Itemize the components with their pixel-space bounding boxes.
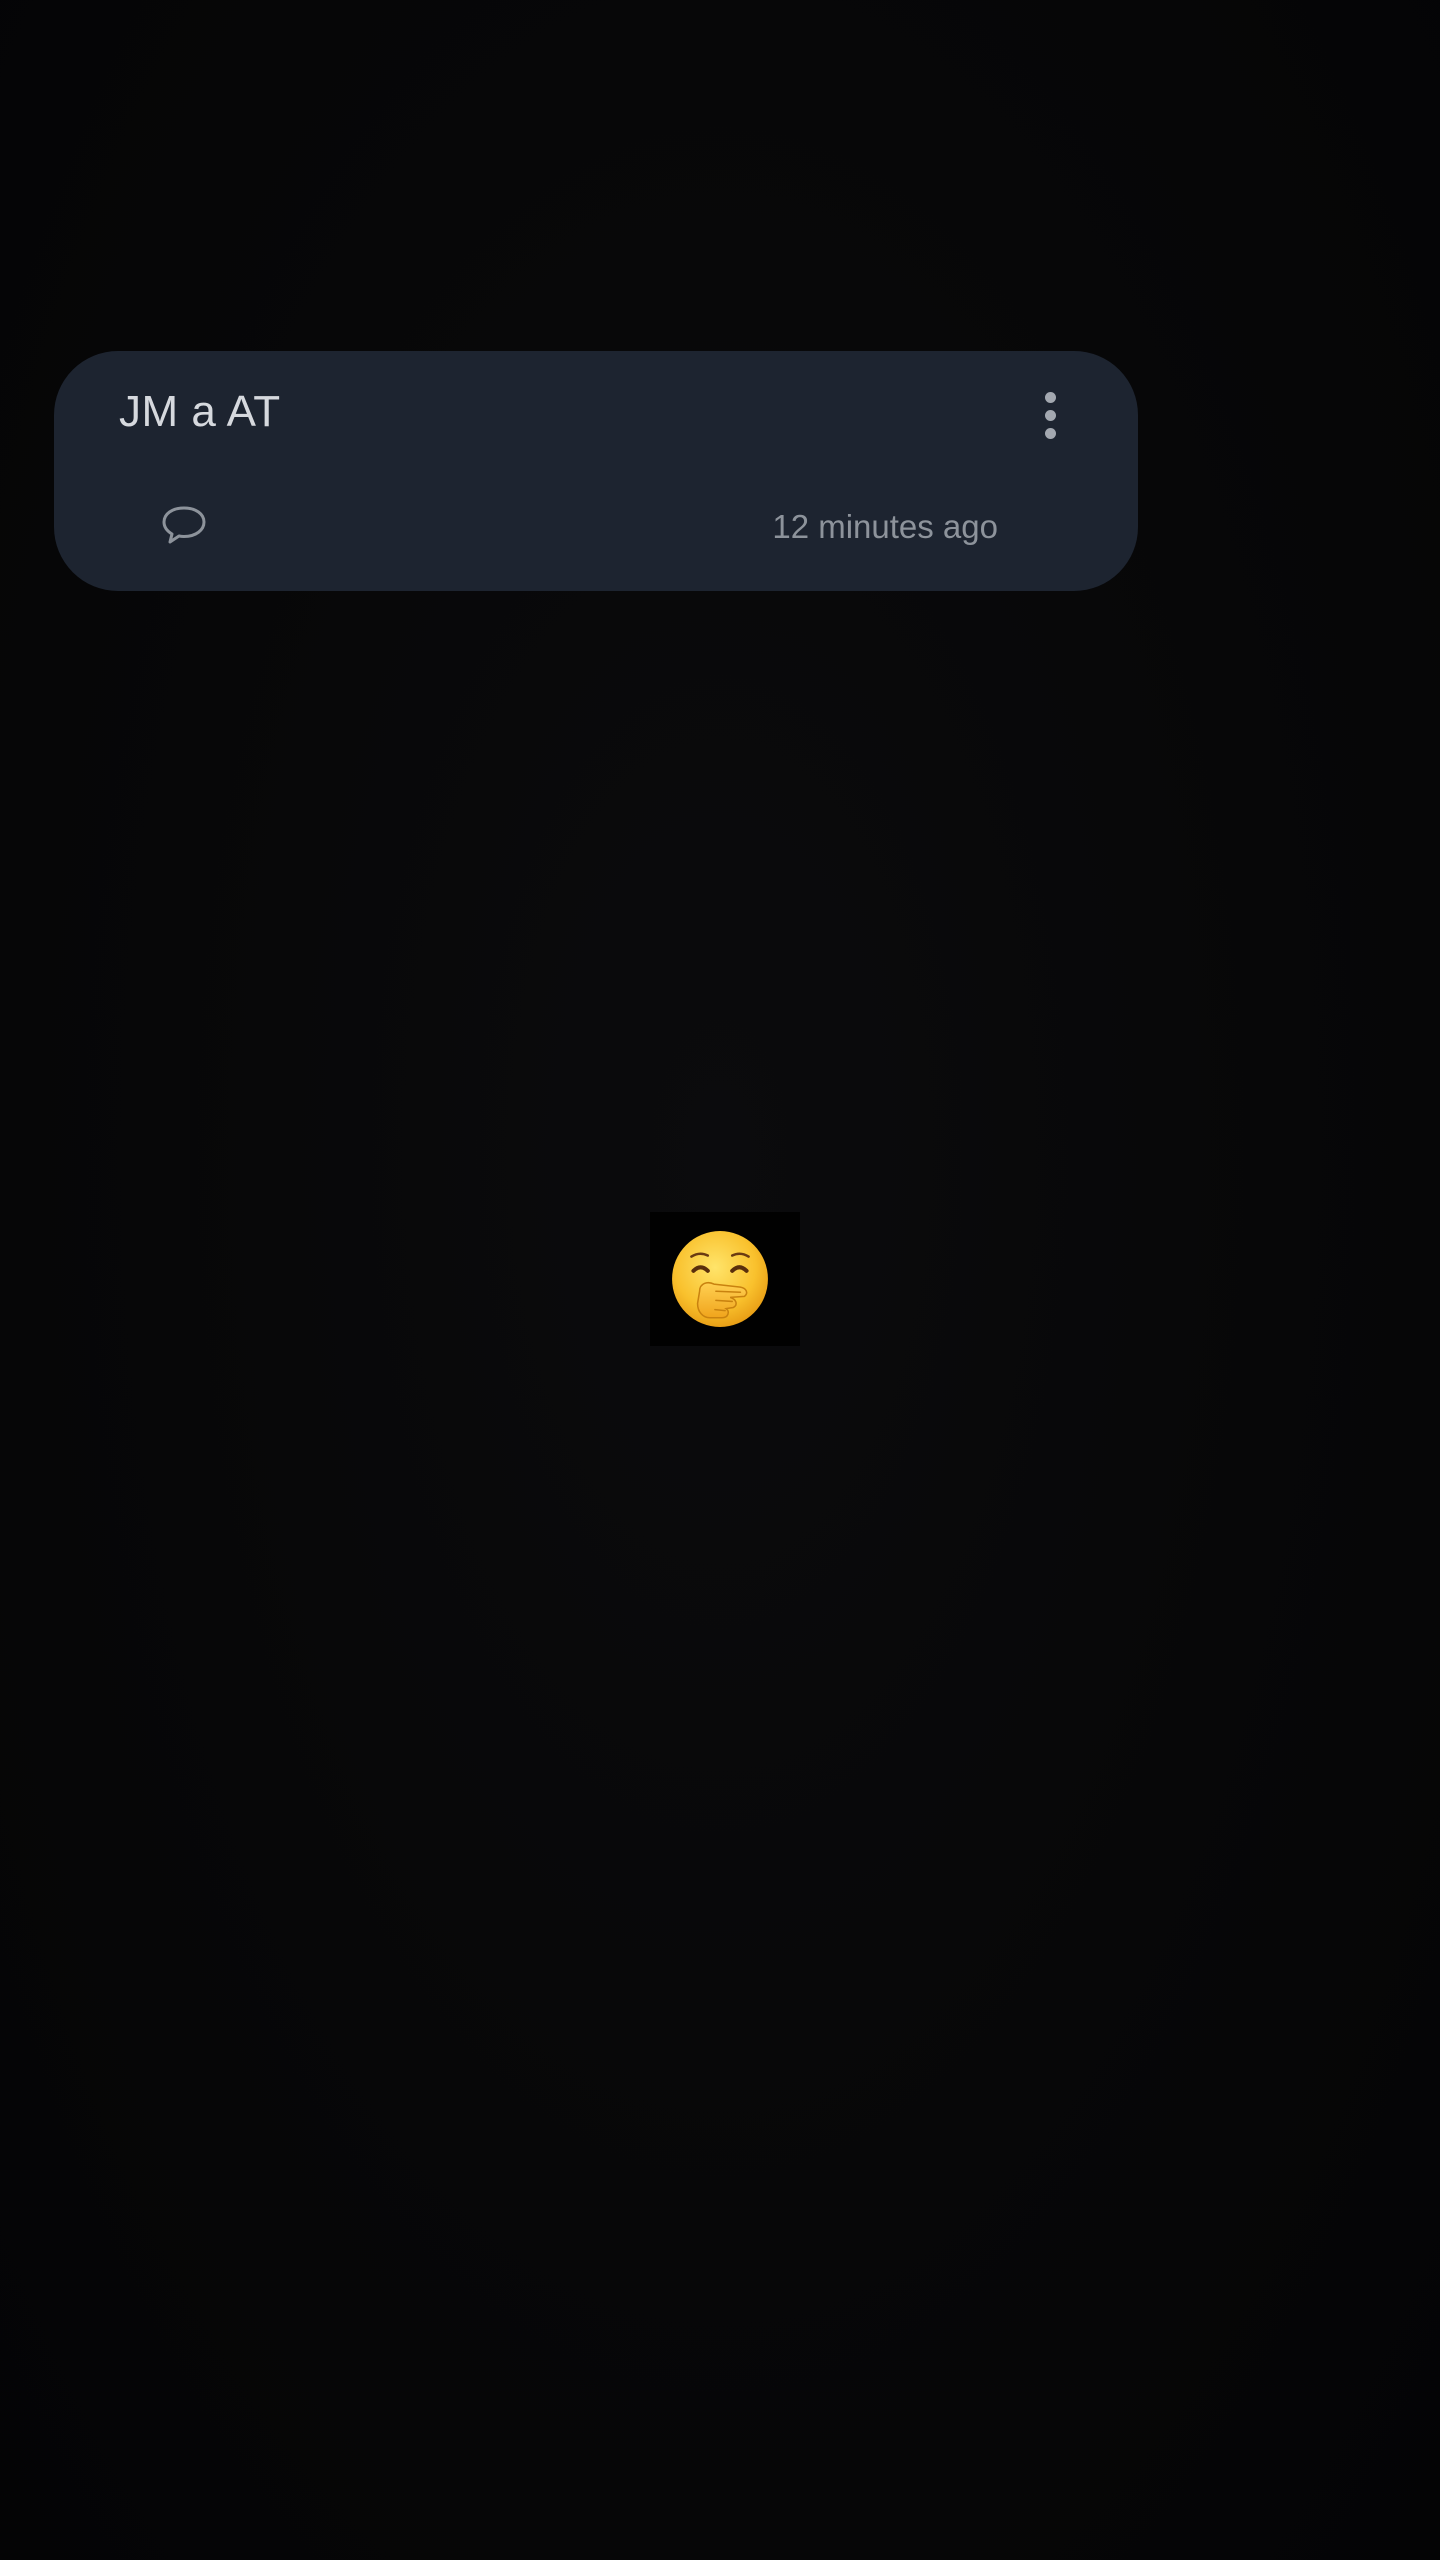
more-options-button[interactable]	[1022, 383, 1078, 447]
more-vert-icon-dot	[1044, 427, 1056, 439]
notification-title: JM a AT	[119, 387, 281, 436]
more-vert-icon	[1044, 391, 1056, 403]
notification-timestamp: 12 minutes ago	[772, 508, 998, 545]
notification-card[interactable]: JM a AT 12 minutes ago	[54, 351, 1138, 591]
more-vert-icon-dot	[1044, 409, 1056, 421]
comment-bubble-icon[interactable]	[160, 504, 208, 546]
face-with-hand-over-mouth-icon	[672, 1231, 768, 1327]
emoji-image	[650, 1212, 800, 1346]
screen: JM a AT 12 minutes ago	[0, 0, 1440, 2560]
